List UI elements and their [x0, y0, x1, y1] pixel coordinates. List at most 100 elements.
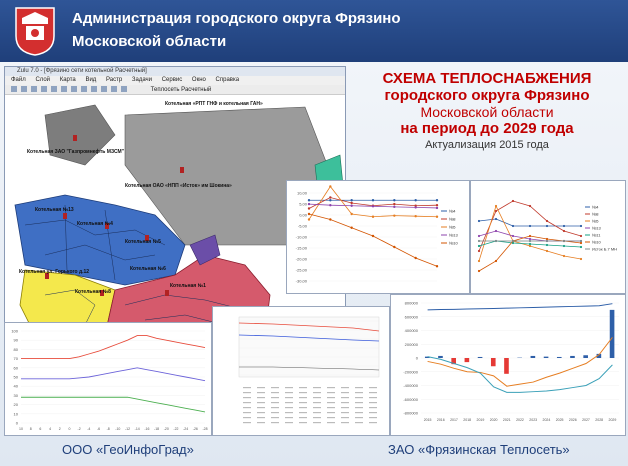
- chart-panel-3: 100 90 80 70 60 50 40 30 20 10 0 10 8 6 4 2 0 -2 -4 -6 -8 -10…: [4, 322, 212, 436]
- map-label-no1: Котельная №1: [170, 283, 206, 289]
- tool-icon[interactable]: [61, 86, 67, 92]
- app-titlebar: Zulu 7.0 - [Фрязино сети котельной Расче…: [5, 67, 345, 76]
- data-point: [477, 249, 481, 253]
- table-cell: [285, 407, 293, 409]
- x-tick-label: -4: [87, 427, 90, 431]
- table-cell: [243, 417, 251, 419]
- data-point: [329, 196, 332, 199]
- series-line: [21, 335, 206, 360]
- table-cell: [299, 387, 307, 389]
- menu-help[interactable]: Справка: [216, 77, 240, 83]
- data-point: [329, 185, 332, 188]
- data-point: [414, 199, 417, 202]
- tool-icon[interactable]: [51, 86, 57, 92]
- table-cell: [313, 417, 321, 419]
- table-cell: [299, 402, 307, 404]
- data-point: [494, 209, 498, 213]
- menu-view[interactable]: Вид: [85, 77, 96, 83]
- data-point: [477, 234, 481, 238]
- x-tick-label: -14: [135, 427, 140, 431]
- tool-icon[interactable]: [31, 86, 37, 92]
- x-tick-label: -6: [97, 427, 100, 431]
- chart-panel-bars: 800000 600000 400000 200000 0 -200000 -400000 -…: [390, 294, 626, 436]
- data-point: [393, 214, 396, 217]
- bar: [464, 358, 470, 363]
- x-tick-label: 2018: [463, 418, 471, 422]
- table-cell: [313, 387, 321, 389]
- title-line5: Актуализация 2015 года: [425, 139, 549, 151]
- menu-tasks[interactable]: Задачи: [132, 77, 152, 83]
- data-point: [307, 207, 311, 210]
- legend-label: №5: [449, 225, 456, 230]
- data-point: [350, 201, 353, 205]
- data-point: [329, 218, 332, 221]
- data-point: [435, 199, 439, 202]
- x-tick-label: 2019: [477, 418, 485, 422]
- table-cell: [243, 402, 251, 404]
- layer-select[interactable]: Теплосеть Расчетный: [151, 87, 212, 93]
- table-cell: [271, 412, 279, 414]
- table-cell: [271, 392, 279, 394]
- tool-icon[interactable]: [41, 86, 47, 92]
- data-point: [562, 229, 566, 233]
- table-cell: [271, 417, 279, 419]
- map-label-no8: Котельная №8: [75, 289, 111, 295]
- tool-icon[interactable]: [11, 86, 17, 92]
- tool-icon[interactable]: [111, 86, 117, 92]
- menu-service[interactable]: Сервис: [162, 77, 183, 83]
- y-tick-label: 0: [416, 356, 419, 361]
- legend-label: №4: [449, 209, 456, 214]
- y-tick-label: -20,00: [296, 257, 308, 262]
- x-tick-label: -28: [202, 427, 207, 431]
- y-tick-label: 30: [14, 393, 19, 398]
- series-line: [308, 185, 438, 220]
- y-tick-label: 0,00: [299, 213, 308, 218]
- menu-file[interactable]: Файл: [11, 77, 26, 83]
- data-point: [528, 224, 532, 228]
- data-point: [579, 234, 583, 238]
- table-cell: [243, 387, 251, 389]
- title-line3: Московской области: [420, 104, 554, 120]
- table-cell: [285, 417, 293, 419]
- data-point: [494, 239, 498, 243]
- menu-map[interactable]: Карта: [60, 77, 76, 83]
- table-cell: [299, 407, 307, 409]
- data-point: [371, 205, 375, 208]
- line-chart-3: 100908070605040302010010 8 6 4 2 0 -2 -4 -6 -8 -10…: [11, 329, 207, 432]
- table-cell: [313, 392, 321, 394]
- data-point: [307, 202, 311, 206]
- tool-icon[interactable]: [91, 86, 97, 92]
- data-point: [329, 199, 332, 202]
- tool-icon[interactable]: [121, 86, 127, 92]
- data-point: [393, 202, 396, 206]
- tool-icon[interactable]: [21, 86, 27, 92]
- data-point: [435, 206, 439, 210]
- menu-window[interactable]: Окно: [192, 77, 206, 83]
- x-tick-label: -24: [183, 427, 188, 431]
- data-point: [393, 199, 396, 202]
- y-tick-label: -800000: [403, 411, 418, 416]
- x-tick-label: 2023: [529, 418, 537, 422]
- table-cell: [257, 412, 265, 414]
- y-tick-label: 200000: [405, 342, 419, 347]
- bar: [583, 355, 588, 358]
- tool-icon[interactable]: [81, 86, 87, 92]
- table-cell: [355, 402, 363, 404]
- map-label-top-banner: Котельная «РПТ ГНФ и котельная ГАН»: [165, 101, 263, 107]
- menu-raster[interactable]: Растр: [106, 77, 122, 83]
- table-cell: [341, 412, 349, 414]
- tool-icon[interactable]: [101, 86, 107, 92]
- table-cell: [257, 397, 265, 399]
- table-cell: [271, 387, 279, 389]
- data-point: [494, 204, 498, 208]
- table-cell: [327, 392, 335, 394]
- chart-panel-1: 10,00 5,00 0,00 -5,00 -10,00 -15,00 -20,00 -25,…: [286, 180, 470, 294]
- table-cell: [257, 407, 265, 409]
- legend-label: Исток Б.7 МН: [592, 247, 617, 252]
- table-cell: [257, 402, 265, 404]
- x-tick-label: 2016: [437, 418, 445, 422]
- data-point: [545, 249, 549, 253]
- menu-layer[interactable]: Слой: [35, 77, 50, 83]
- tool-icon[interactable]: [71, 86, 77, 92]
- table-cell: [327, 422, 335, 424]
